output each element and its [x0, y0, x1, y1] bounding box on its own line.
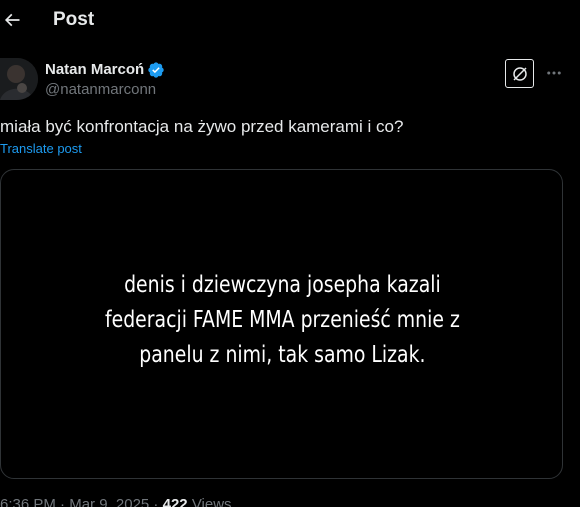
page-header: Post	[0, 0, 580, 42]
page-title: Post	[53, 9, 95, 30]
media-line: panelu z nimi, tak samo Lizak.	[139, 342, 426, 368]
post-time[interactable]: 6:36 PM	[0, 496, 56, 507]
post-date[interactable]: Mar 9, 2025	[69, 496, 149, 507]
arrow-left-icon	[4, 13, 20, 27]
views-label: Views	[191, 496, 232, 507]
translate-post-link[interactable]: Translate post	[0, 140, 82, 157]
more-button[interactable]	[543, 63, 565, 83]
author-name-text: Natan Marcoń	[45, 61, 145, 78]
author-handle[interactable]: @natanmarconn	[45, 80, 156, 100]
media-line: federacji FAME MMA przenieść mnie z	[104, 307, 460, 333]
post-page: Post Natan Marcoń @natanmarconn miała by…	[0, 0, 580, 507]
media-caption: denis i dziewczyna josepha kazali federa…	[52, 268, 514, 373]
back-button[interactable]	[0, 8, 24, 32]
meta-separator: ·	[149, 496, 163, 507]
meta-separator: ·	[55, 496, 70, 507]
avatar[interactable]	[0, 58, 38, 100]
author-name[interactable]: Natan Marcoń	[45, 60, 165, 80]
post-meta: 6:36 PM · Mar 9, 2025 · 422 Views	[0, 495, 232, 507]
post-media[interactable]: denis i dziewczyna josepha kazali federa…	[0, 169, 563, 479]
grok-icon	[512, 66, 527, 81]
more-horizontal-icon	[547, 71, 561, 75]
post-text: miała być konfrontacja na żywo przed kam…	[0, 117, 404, 136]
grok-button[interactable]	[505, 59, 534, 88]
views-count: 422	[162, 496, 188, 507]
verified-badge-icon	[148, 62, 164, 78]
media-line: denis i dziewczyna josepha kazali	[124, 272, 441, 298]
